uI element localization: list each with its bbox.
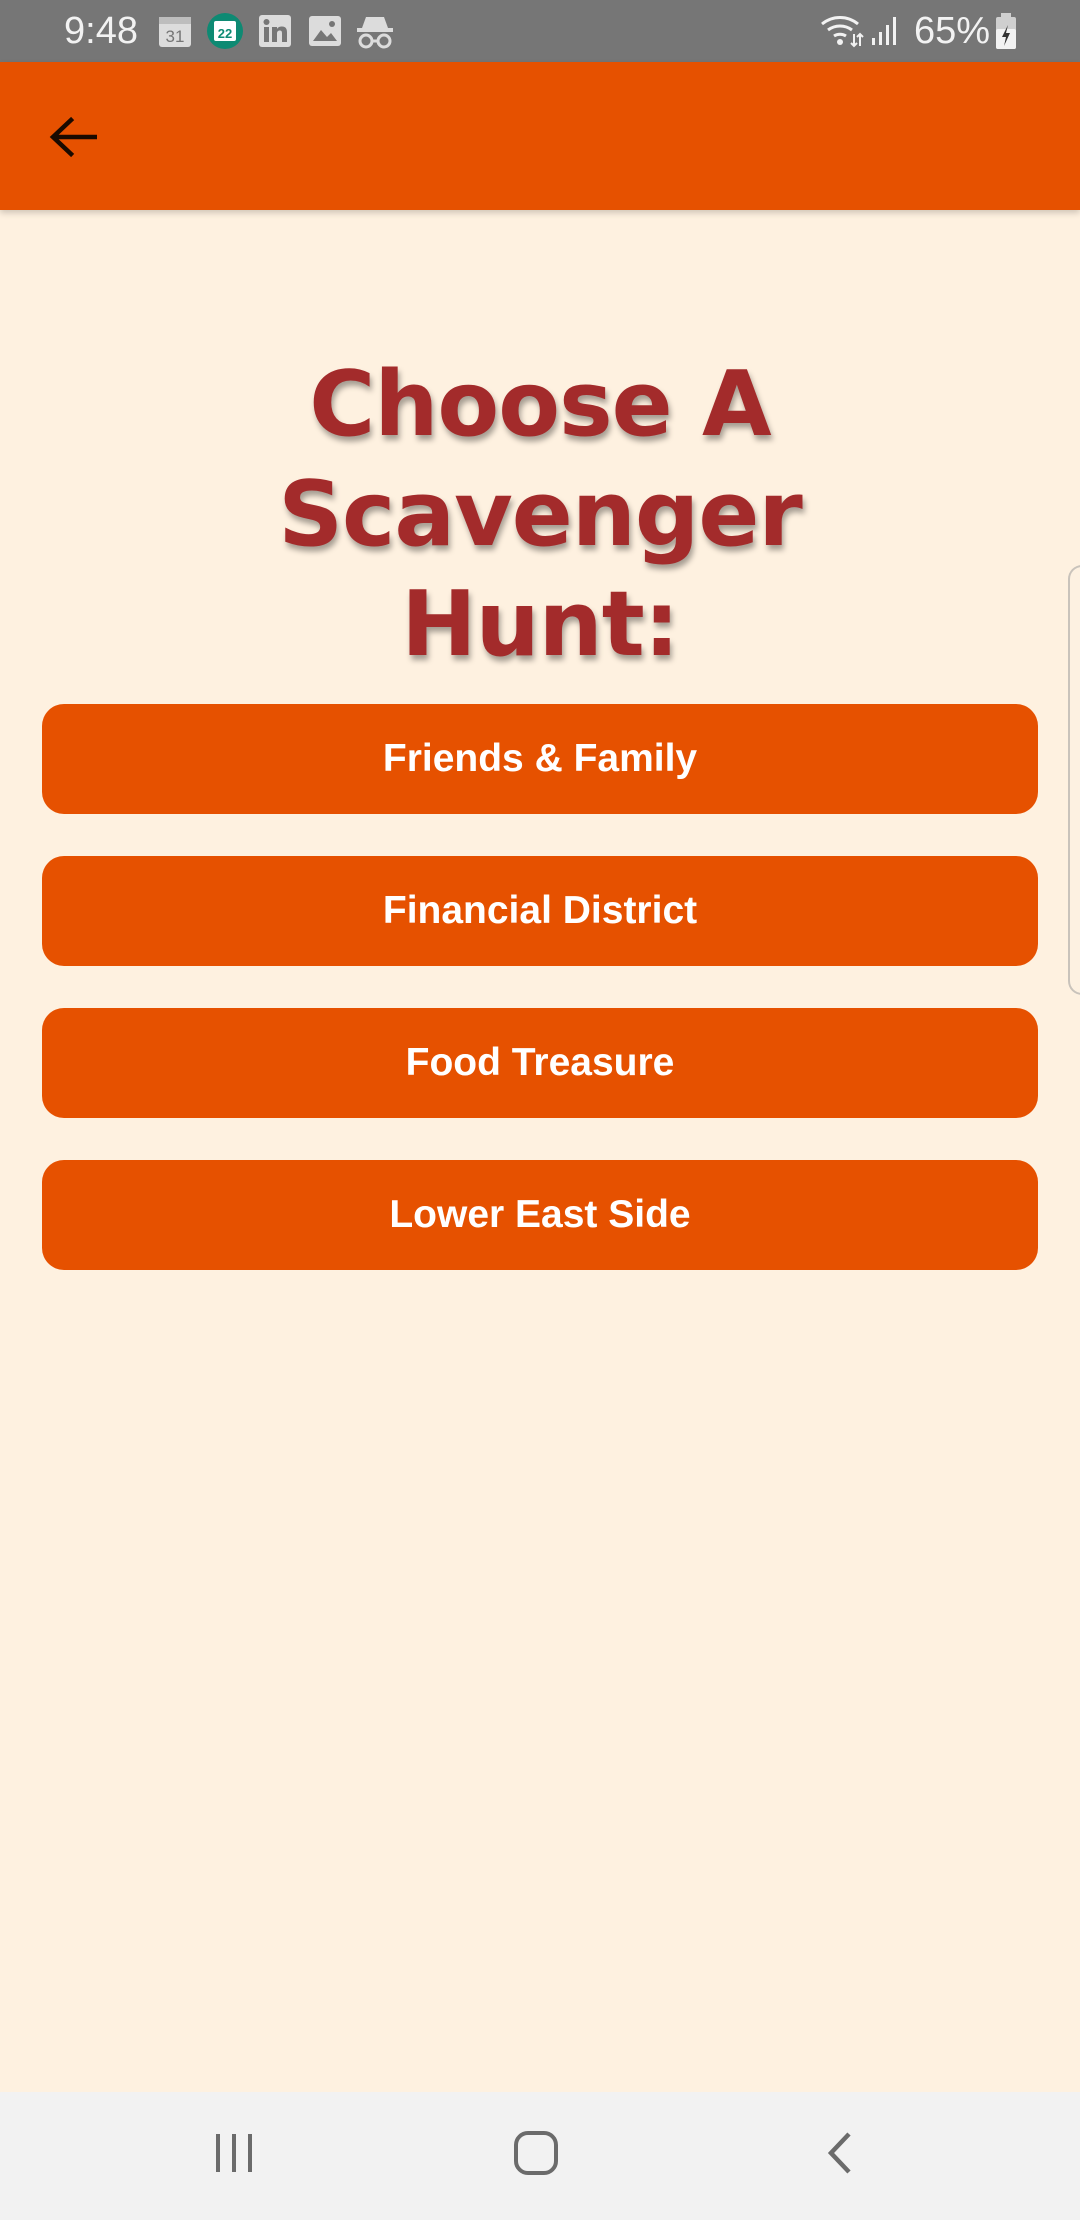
home-button[interactable] bbox=[486, 2122, 586, 2188]
status-bar: 9:48 31 22 65% bbox=[0, 0, 1080, 62]
arrow-left-icon bbox=[49, 116, 98, 163]
calendar-31-text: 31 bbox=[166, 27, 185, 46]
nav-back-button[interactable] bbox=[790, 2122, 890, 2188]
back-icon bbox=[825, 2130, 855, 2181]
battery-percent: 65% bbox=[914, 10, 991, 52]
image-icon bbox=[308, 15, 342, 49]
app-bar bbox=[0, 62, 1080, 210]
page-title: Choose A Scavenger Hunt: bbox=[40, 350, 1040, 680]
back-button[interactable] bbox=[30, 96, 116, 182]
recent-apps-icon bbox=[212, 2132, 256, 2179]
wifi-icon bbox=[820, 12, 864, 48]
hunt-button-food-treasure[interactable]: Food Treasure bbox=[42, 1008, 1038, 1118]
hunt-list: Friends & Family Financial District Food… bbox=[42, 704, 1038, 1312]
page-title-line-2: Hunt: bbox=[401, 572, 679, 677]
signal-icon bbox=[870, 14, 900, 48]
linkedin-icon bbox=[258, 14, 292, 48]
edge-panel-handle[interactable] bbox=[1068, 565, 1080, 995]
status-time: 9:48 bbox=[64, 10, 138, 52]
calendar-22-text: 22 bbox=[218, 26, 232, 41]
calendar-22-icon: 22 bbox=[206, 12, 244, 49]
recent-apps-button[interactable] bbox=[184, 2122, 284, 2188]
system-nav-bar bbox=[0, 2092, 1080, 2220]
hunt-button-friends-family[interactable]: Friends & Family bbox=[42, 704, 1038, 814]
hunt-button-financial-district[interactable]: Financial District bbox=[42, 856, 1038, 966]
battery-charging-icon bbox=[994, 12, 1018, 49]
page-title-line-1: Choose A Scavenger bbox=[278, 352, 803, 567]
hunt-button-lower-east-side[interactable]: Lower East Side bbox=[42, 1160, 1038, 1270]
incognito-icon bbox=[356, 14, 394, 49]
calendar-31-icon: 31 bbox=[158, 14, 192, 48]
home-icon bbox=[513, 2130, 559, 2181]
